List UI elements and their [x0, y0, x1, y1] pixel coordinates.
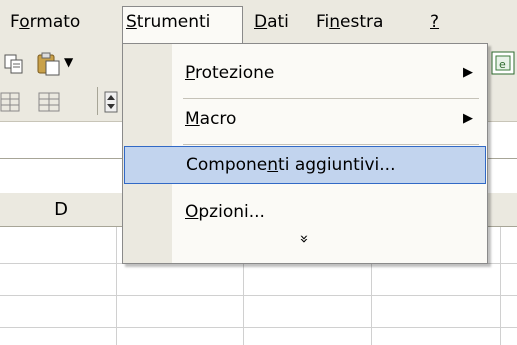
- menu-formato-text-rest: rmato: [29, 12, 81, 32]
- submenu-arrow-icon: ▶: [463, 65, 473, 80]
- menu-item-macro[interactable]: Macro ▶: [123, 100, 487, 138]
- menu-finestra-text-rest: estra: [340, 12, 384, 32]
- menu-dati-accel: D: [254, 12, 268, 32]
- menu-item-protezione-text-rest: rotezione: [194, 63, 275, 83]
- table-layout-icon[interactable]: [38, 91, 60, 113]
- grid-row-line: [0, 327, 517, 328]
- menu-item-componenti-accel: n: [267, 155, 279, 175]
- menu-item-componenti-aggiuntivi[interactable]: Componenti aggiuntivi...: [124, 146, 486, 184]
- menu-item-macro-text-rest: acro: [199, 109, 237, 129]
- menu-finestra[interactable]: Finestra: [312, 7, 387, 37]
- menu-help[interactable]: ?: [426, 7, 443, 37]
- menu-finestra-accel: n: [329, 12, 341, 32]
- menu-item-opzioni[interactable]: Opzioni...: [123, 193, 487, 231]
- menu-item-componenti-text-rest: ti aggiuntivi...: [278, 155, 396, 175]
- submenu-arrow-icon: ▶: [463, 111, 473, 126]
- menu-item-protezione-accel: P: [185, 63, 195, 83]
- menu-formato-text: F: [10, 12, 20, 32]
- menu-item-opzioni-text-rest: pzioni...: [198, 202, 265, 222]
- strumenti-dropdown-menu: Protezione ▶ Macro ▶ Componenti aggiunti…: [122, 43, 488, 264]
- grid-col-line: [116, 227, 117, 345]
- menu-formato-accel: o: [19, 12, 30, 32]
- toolbar-separator: [97, 87, 98, 115]
- menu-dati[interactable]: Dati: [250, 7, 293, 37]
- menu-item-componenti-label: Componenti aggiuntivi...: [186, 147, 396, 183]
- menu-item-componenti-text: Compone: [186, 155, 268, 175]
- menu-strumenti[interactable]: Strumenti: [122, 6, 243, 43]
- menu-strumenti-text-rest: trumenti: [136, 12, 211, 32]
- paste-dropdown-arrow-icon[interactable]: ▼: [64, 55, 73, 69]
- paste-icon[interactable]: [36, 51, 62, 77]
- menu-formato[interactable]: Formato: [6, 7, 84, 37]
- menu-item-opzioni-accel: O: [185, 202, 199, 222]
- spin-control-icon[interactable]: [104, 91, 118, 113]
- pivot-chart-icon[interactable]: e: [490, 49, 517, 77]
- menu-bar: Formato Strumenti Dati Finestra ?: [0, 0, 517, 43]
- menu-separator: [183, 144, 479, 145]
- menu-item-opzioni-label: Opzioni...: [185, 193, 265, 231]
- menu-item-macro-accel: M: [185, 109, 200, 129]
- menu-strumenti-accel: S: [126, 12, 137, 32]
- menu-item-protezione-label: Protezione: [185, 54, 274, 92]
- column-header-label: D: [54, 199, 68, 220]
- menu-dati-text-rest: ati: [267, 12, 289, 32]
- merge-cells-icon[interactable]: [0, 91, 22, 113]
- column-header-d[interactable]: D: [0, 193, 123, 227]
- menu-help-accel: ?: [430, 12, 440, 32]
- menu-separator: [183, 98, 479, 99]
- svg-text:e: e: [499, 58, 506, 71]
- menu-finestra-text: Fi: [316, 12, 330, 32]
- menu-item-macro-label: Macro: [185, 100, 236, 138]
- grid-row-line: [0, 295, 517, 296]
- grid-col-line: [500, 227, 501, 345]
- double-chevron-down-icon[interactable]: »: [123, 230, 487, 248]
- copy-icon[interactable]: [4, 53, 26, 75]
- menu-item-protezione[interactable]: Protezione ▶: [123, 54, 487, 92]
- expand-glyph: »: [296, 234, 314, 244]
